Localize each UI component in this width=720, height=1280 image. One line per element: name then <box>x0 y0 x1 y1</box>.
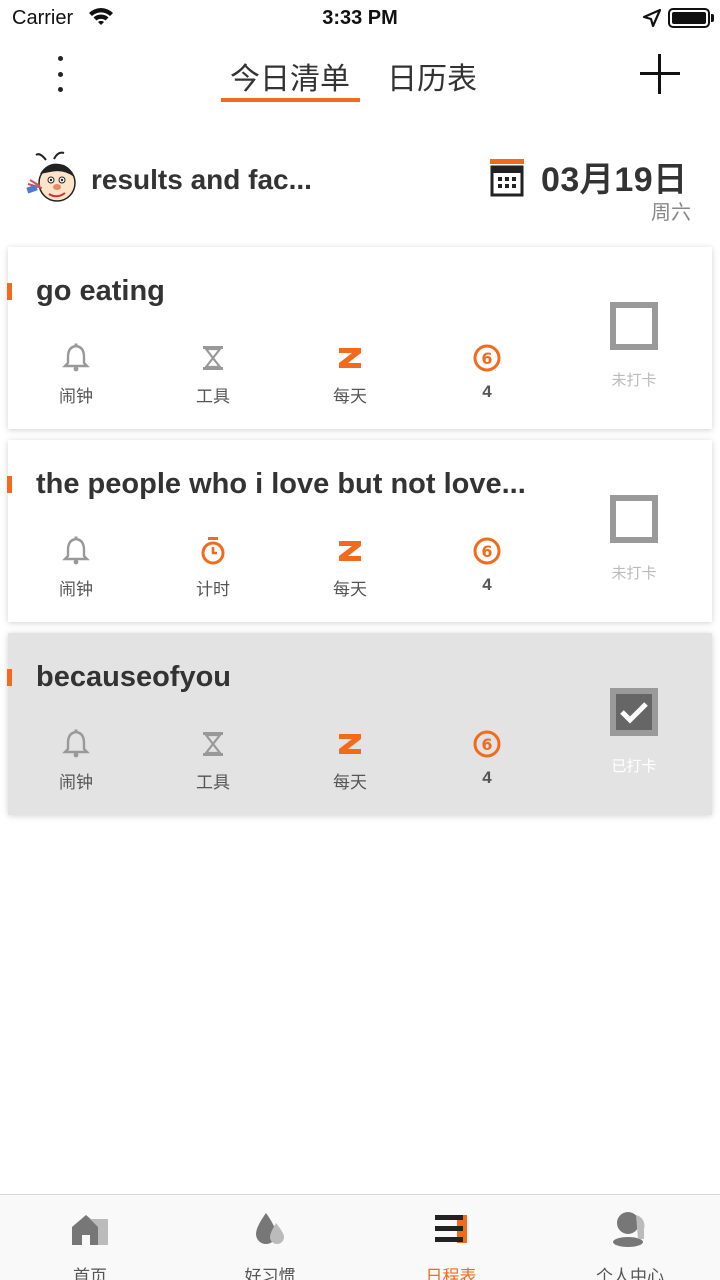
frequency-feature[interactable]: 每天 <box>310 536 390 600</box>
checkin-checkbox[interactable] <box>610 302 658 350</box>
stopwatch-icon <box>201 537 225 565</box>
more-menu-icon[interactable] <box>52 56 68 92</box>
date-label: 03月19日 <box>541 161 688 199</box>
location-arrow-icon <box>642 8 662 28</box>
feature-label: 闹钟 <box>59 580 93 599</box>
tool-feature[interactable]: 工具 <box>173 343 253 407</box>
bottom-tab-profile[interactable]: 个人中心 <box>570 1209 690 1280</box>
feature-label: 每天 <box>333 773 367 792</box>
alarm-feature[interactable]: 闹钟 <box>36 343 116 407</box>
checkmark-icon <box>620 702 648 724</box>
feature-label: 工具 <box>196 773 230 792</box>
tab-calendar[interactable]: 日历表 <box>387 54 477 98</box>
bottom-tab-label: 个人中心 <box>596 1267 664 1280</box>
count-feature[interactable]: 6 4 <box>447 729 527 788</box>
frequency-feature[interactable]: 每天 <box>310 343 390 407</box>
alarm-feature[interactable]: 闹钟 <box>36 536 116 600</box>
profile-icon <box>613 1212 645 1247</box>
hourglass-icon <box>203 732 223 756</box>
bottom-tab-label: 好习惯 <box>244 1267 296 1280</box>
weekday-label: 周六 <box>651 202 691 224</box>
coin-icon: 6 <box>473 730 501 758</box>
bell-icon <box>62 536 90 565</box>
checkin-status: 已打卡 <box>611 758 657 775</box>
bottom-tab-home[interactable]: 首页 <box>30 1209 150 1280</box>
habit-card[interactable]: go eating 闹钟 工具 每天 6 4 未打卡 <box>7 247 712 429</box>
alarm-feature[interactable]: 闹钟 <box>36 729 116 793</box>
list-title[interactable]: results and fac... <box>91 164 312 196</box>
feature-label: 计时 <box>196 580 230 599</box>
schedule-icon <box>435 1215 467 1243</box>
status-bar: Carrier 3:33 PM <box>0 0 720 38</box>
bottom-tab-schedule[interactable]: 日程表 <box>391 1209 511 1280</box>
coin-icon: 6 <box>473 537 501 565</box>
clock: 3:33 PM <box>322 7 398 29</box>
bottom-tab-label: 日程表 <box>425 1267 477 1280</box>
daily-icon <box>339 541 361 561</box>
daily-icon <box>339 348 361 368</box>
checkin-checkbox[interactable] <box>610 688 658 736</box>
count-feature[interactable]: 6 4 <box>447 343 527 402</box>
svg-text:6: 6 <box>481 542 492 561</box>
avatar[interactable] <box>24 150 80 206</box>
frequency-feature[interactable]: 每天 <box>310 729 390 793</box>
feature-label: 闹钟 <box>59 387 93 406</box>
habit-title: the people who i love but not love... <box>36 468 526 500</box>
checkin-status: 未打卡 <box>611 565 657 582</box>
habit-title: becauseofyou <box>36 661 231 693</box>
battery-tip <box>711 14 714 22</box>
coin-icon: 6 <box>473 344 501 372</box>
add-icon[interactable] <box>640 54 680 94</box>
bottom-tab-label: 首页 <box>73 1267 107 1280</box>
tool-feature[interactable]: 工具 <box>173 729 253 793</box>
feature-label: 每天 <box>333 387 367 406</box>
hourglass-icon <box>203 346 223 370</box>
feature-count: 4 <box>482 575 492 594</box>
feature-label: 每天 <box>333 580 367 599</box>
card-accent <box>7 669 12 686</box>
svg-text:6: 6 <box>481 349 492 368</box>
habit-title: go eating <box>36 275 165 307</box>
card-accent <box>7 283 12 300</box>
home-icon <box>72 1215 108 1245</box>
count-feature[interactable]: 6 4 <box>447 536 527 595</box>
active-tab-indicator <box>221 98 360 102</box>
drop-icon <box>256 1213 284 1244</box>
daily-icon <box>339 734 361 754</box>
timer-feature[interactable]: 计时 <box>173 536 253 600</box>
habit-card[interactable]: becauseofyou 闹钟 工具 每天 6 4 已打卡 <box>7 633 712 815</box>
checkin-checkbox[interactable] <box>610 495 658 543</box>
feature-count: 4 <box>482 382 492 401</box>
bell-icon <box>62 343 90 372</box>
feature-label: 工具 <box>196 387 230 406</box>
bottom-tab-bar: 首页 好习惯 日程表 个人中心 <box>0 1194 720 1280</box>
calendar-icon[interactable] <box>490 159 524 197</box>
nav-bar: 今日清单 日历表 <box>0 40 720 110</box>
checkin-status: 未打卡 <box>611 372 657 389</box>
battery-icon <box>668 8 710 28</box>
svg-text:6: 6 <box>481 735 492 754</box>
habit-card[interactable]: the people who i love but not love... 闹钟… <box>7 440 712 622</box>
tab-today-list[interactable]: 今日清单 <box>230 54 350 98</box>
feature-label: 闹钟 <box>59 773 93 792</box>
bottom-tab-habits[interactable]: 好习惯 <box>210 1209 330 1280</box>
feature-count: 4 <box>482 768 492 787</box>
bell-icon <box>62 729 90 758</box>
card-accent <box>7 476 12 493</box>
